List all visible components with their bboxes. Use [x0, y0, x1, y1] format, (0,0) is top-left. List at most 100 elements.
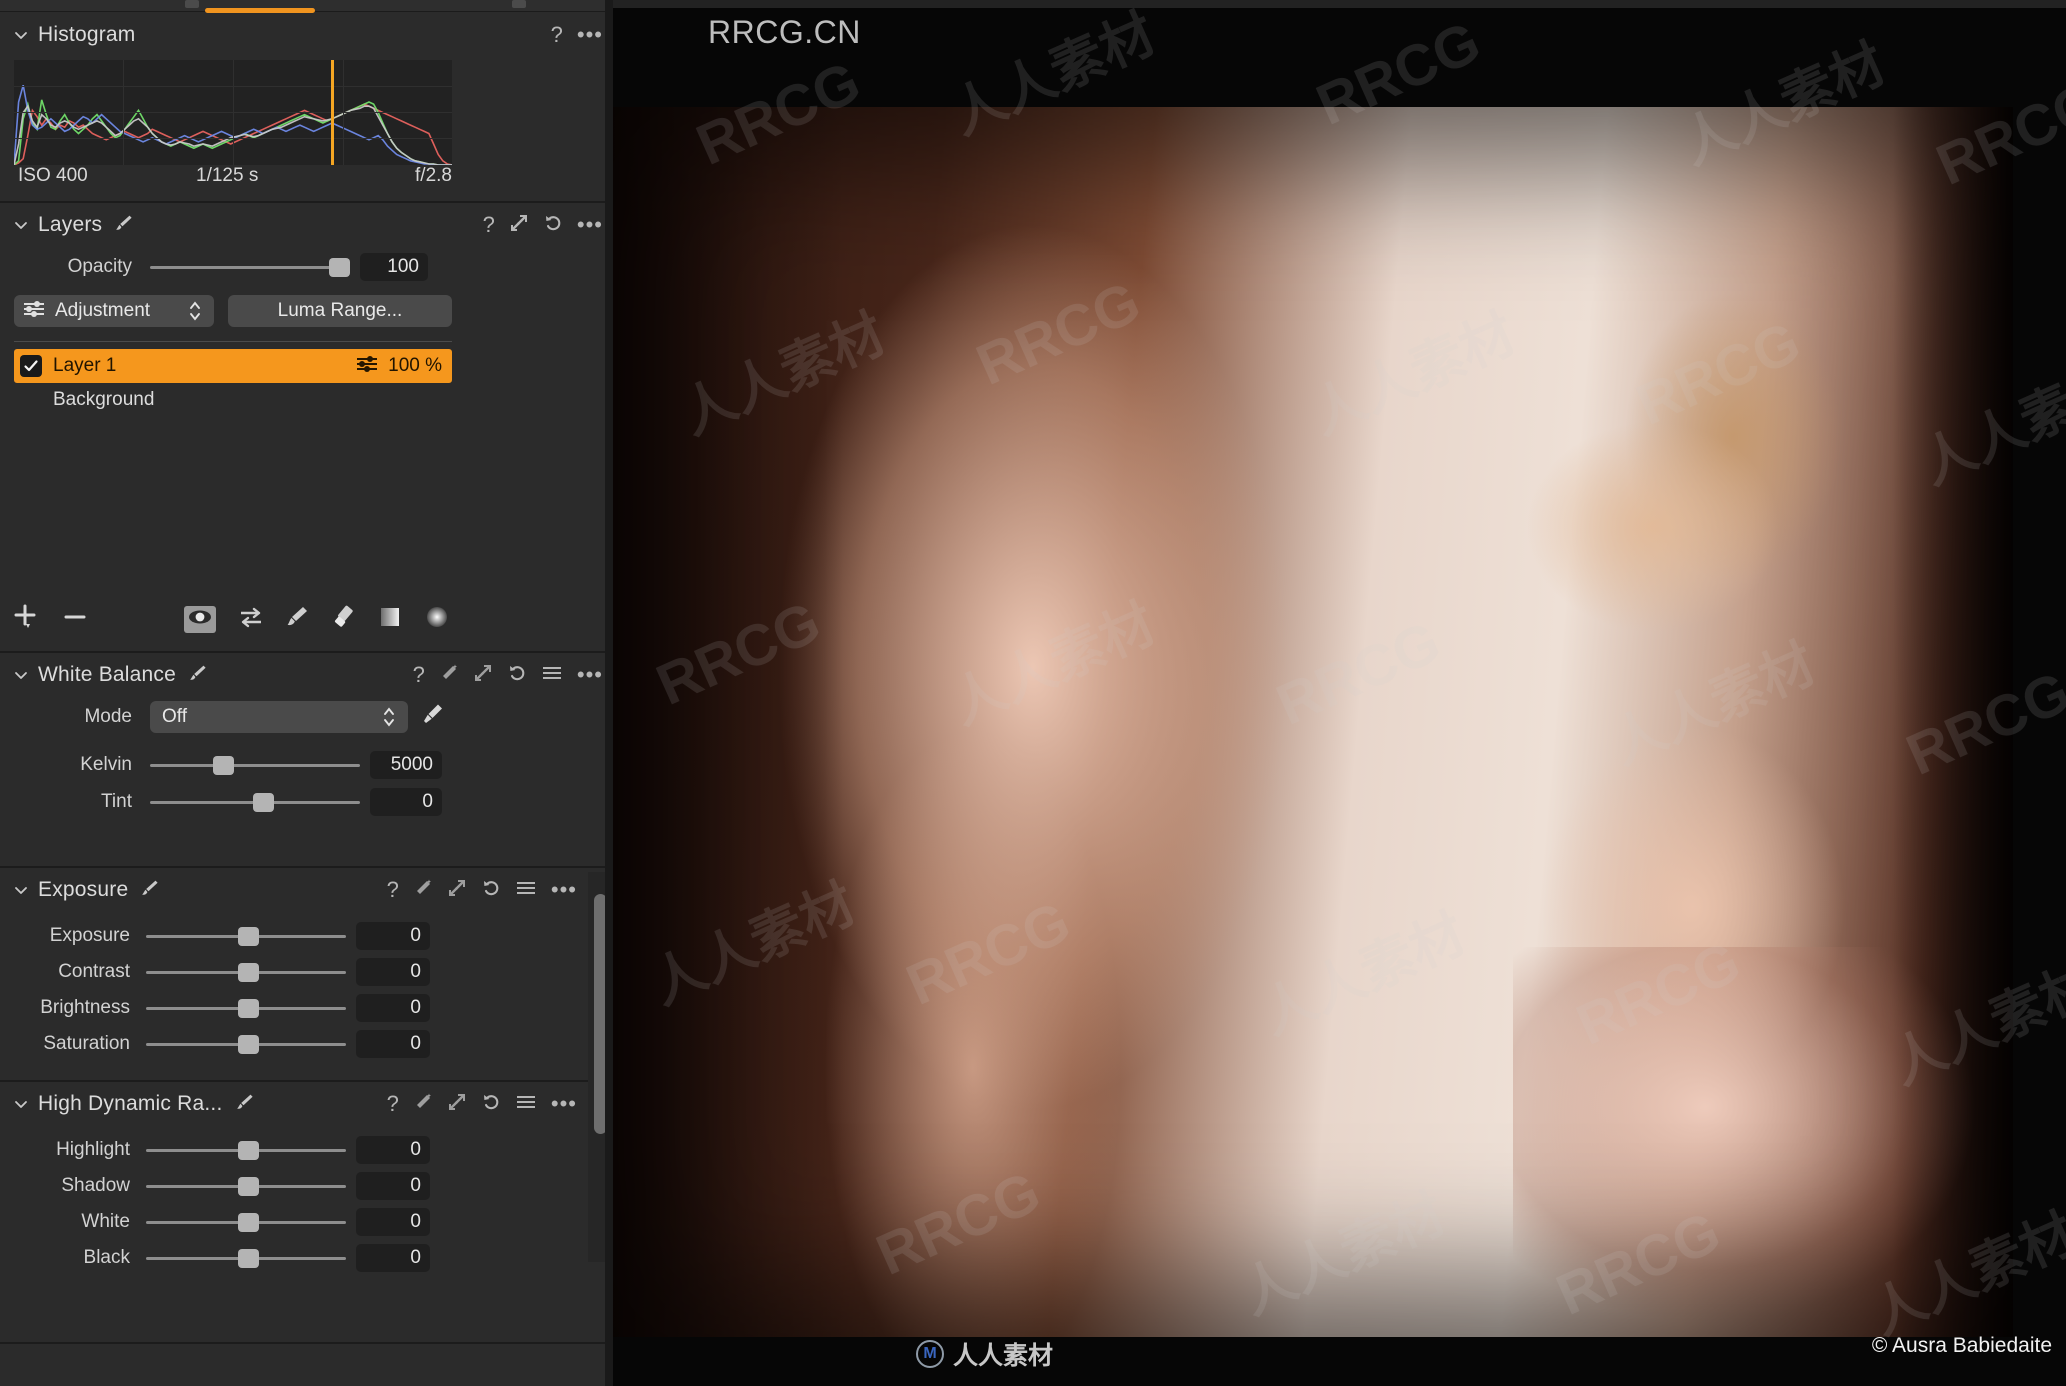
stepper-icon[interactable] — [382, 705, 396, 734]
tab-icon-right[interactable] — [512, 0, 526, 8]
chevron-down-icon[interactable] — [12, 666, 30, 684]
reset-icon[interactable] — [481, 878, 501, 903]
presets-menu-icon[interactable] — [515, 879, 537, 902]
white-value[interactable]: 0 — [356, 1208, 430, 1236]
presets-menu-icon[interactable] — [541, 664, 563, 687]
kelvin-row: Kelvin 5000 — [0, 747, 460, 783]
contrast-slider[interactable] — [146, 954, 346, 990]
white-row: White 0 — [0, 1204, 436, 1240]
help-icon[interactable]: ? — [483, 214, 495, 236]
layer-adjustment-icon[interactable] — [355, 355, 379, 378]
more-options-icon[interactable]: ••• — [551, 879, 577, 901]
kelvin-value[interactable]: 5000 — [370, 751, 442, 779]
view-mask-eye-icon[interactable] — [184, 605, 216, 633]
auto-adjust-wand-icon[interactable] — [413, 1092, 433, 1117]
black-slider[interactable] — [146, 1240, 346, 1276]
more-options-icon[interactable]: ••• — [577, 24, 603, 46]
layer-row-right: 100 % — [355, 349, 442, 383]
opacity-slider[interactable] — [150, 249, 350, 285]
expand-arrows-icon[interactable] — [473, 663, 493, 688]
hdr-header[interactable]: High Dynamic Ra... ? ••• — [0, 1082, 613, 1126]
help-icon[interactable]: ? — [413, 664, 425, 686]
saturation-value[interactable]: 0 — [356, 1030, 430, 1058]
exposure-label: Exposure — [49, 925, 130, 946]
white-slider[interactable] — [146, 1204, 346, 1240]
expand-arrows-icon[interactable] — [509, 213, 529, 238]
stepper-icon[interactable] — [188, 299, 202, 328]
chevron-down-icon[interactable] — [12, 881, 30, 899]
expand-arrows-icon[interactable] — [447, 878, 467, 903]
shadow-value[interactable]: 0 — [356, 1172, 430, 1200]
expand-arrows-icon[interactable] — [447, 1092, 467, 1117]
brush-icon[interactable] — [234, 1091, 256, 1118]
brush-tool-icon[interactable] — [286, 604, 310, 635]
reset-icon[interactable] — [507, 663, 527, 688]
panel-high-dynamic-range: High Dynamic Ra... ? ••• Highlight 0 Sha… — [0, 1082, 613, 1344]
highlight-value[interactable]: 0 — [356, 1136, 430, 1164]
layer-type-select[interactable]: Adjustment — [14, 295, 214, 327]
contrast-value[interactable]: 0 — [356, 958, 430, 986]
photo-preview[interactable] — [613, 107, 2013, 1337]
panel-title: High Dynamic Ra... — [38, 1092, 223, 1115]
add-layer-button[interactable] — [12, 604, 40, 635]
layer-list-item[interactable]: Background — [14, 383, 452, 417]
kelvin-slider[interactable] — [150, 747, 360, 783]
linear-gradient-tool-icon[interactable] — [378, 605, 402, 634]
more-options-icon[interactable]: ••• — [577, 664, 603, 686]
reset-icon[interactable] — [543, 213, 563, 238]
highlight-label: Highlight — [56, 1139, 130, 1160]
black-value[interactable]: 0 — [356, 1244, 430, 1272]
layer-list-item[interactable]: Layer 1 100 % — [14, 349, 452, 383]
tool-tabstrip[interactable] — [0, 0, 613, 13]
chevron-down-icon[interactable] — [12, 216, 30, 234]
help-icon[interactable]: ? — [387, 1093, 399, 1115]
exposure-slider[interactable] — [146, 918, 346, 954]
auto-adjust-wand-icon[interactable] — [413, 878, 433, 903]
brightness-slider[interactable] — [146, 990, 346, 1026]
presets-menu-icon[interactable] — [515, 1093, 537, 1116]
layer-name: Layer 1 — [53, 355, 117, 376]
white-balance-mode-select[interactable]: Off — [150, 701, 408, 733]
remove-layer-button[interactable] — [62, 604, 88, 635]
shadow-slider[interactable] — [146, 1168, 346, 1204]
auto-adjust-wand-icon[interactable] — [439, 663, 459, 688]
brush-icon[interactable] — [139, 877, 161, 904]
tab-icon-left[interactable] — [185, 0, 199, 8]
exposure-header[interactable]: Exposure ? ••• — [0, 868, 613, 912]
saturation-slider[interactable] — [146, 1026, 346, 1062]
tint-slider[interactable] — [150, 784, 360, 820]
chevron-down-icon[interactable] — [12, 26, 30, 44]
layers-header[interactable]: Layers ? ••• — [0, 203, 613, 247]
tint-value[interactable]: 0 — [370, 788, 442, 816]
reset-icon[interactable] — [481, 1092, 501, 1117]
eraser-tool-icon[interactable] — [332, 604, 356, 635]
radial-gradient-tool-icon[interactable] — [424, 604, 450, 635]
brush-icon[interactable] — [113, 212, 135, 239]
white-label: White — [81, 1211, 130, 1232]
more-options-icon[interactable]: ••• — [577, 214, 603, 236]
more-options-icon[interactable]: ••• — [551, 1093, 577, 1115]
exposure-value[interactable]: 0 — [356, 922, 430, 950]
luma-range-button[interactable]: Luma Range... — [228, 295, 452, 327]
histogram-header[interactable]: Histogram ? ••• — [0, 13, 613, 57]
opacity-value[interactable]: 100 — [360, 253, 428, 281]
layers-toolbar — [0, 597, 460, 641]
image-viewer[interactable]: RRCG人人素材RRCG人人素材RRCG人人素材RRCG人人素材RRCG人人素材… — [613, 0, 2066, 1386]
invert-mask-icon[interactable] — [238, 606, 264, 633]
brush-icon[interactable] — [187, 662, 209, 689]
eyedropper-icon[interactable] — [421, 701, 445, 734]
panel-title: Exposure — [38, 878, 129, 901]
brightness-value[interactable]: 0 — [356, 994, 430, 1022]
histogram-chart — [14, 60, 452, 165]
help-icon[interactable]: ? — [551, 24, 563, 46]
layer-name: Background — [53, 389, 155, 410]
highlight-slider[interactable] — [146, 1132, 346, 1168]
layer-list: Layer 1 100 % Background — [14, 349, 452, 417]
shadow-label: Shadow — [61, 1175, 130, 1196]
chevron-down-icon[interactable] — [12, 1095, 30, 1113]
exposure-row: Exposure 0 — [0, 918, 436, 954]
help-icon[interactable]: ? — [387, 879, 399, 901]
layer-visibility-checkbox[interactable] — [20, 355, 42, 377]
panel-histogram: Histogram ? ••• ISO 400 1/125 s f/2.8 — [0, 13, 613, 203]
white-balance-header[interactable]: White Balance ? ••• — [0, 653, 613, 697]
